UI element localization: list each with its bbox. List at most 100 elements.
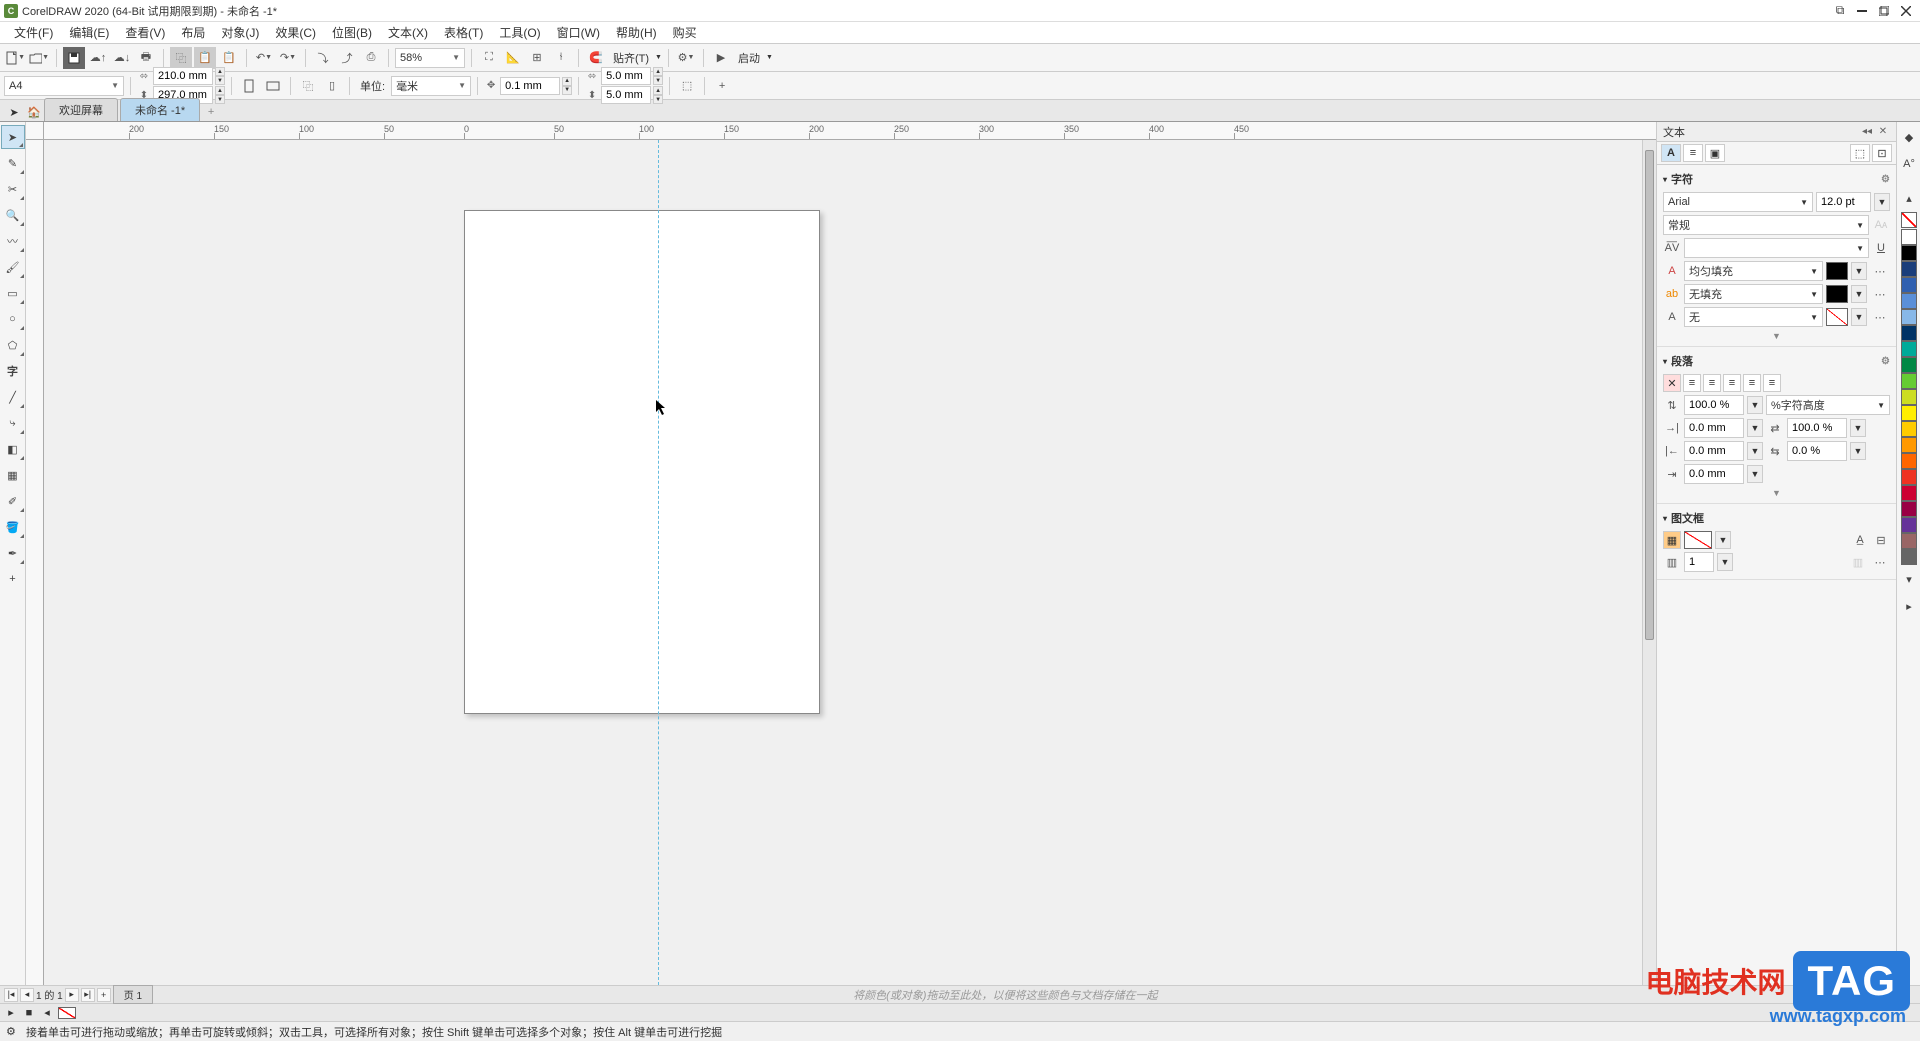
color-swatch[interactable] <box>1901 485 1917 501</box>
ir-spin[interactable]: ▼ <box>1747 442 1763 460</box>
horizontal-ruler[interactable]: 20015010050050100150200250300350400450 <box>44 122 1656 140</box>
ellipse-tool[interactable]: ○ <box>1 307 25 331</box>
snap-dropdown[interactable]: ▼ <box>655 54 662 61</box>
dupy-up[interactable]: ▲ <box>653 86 663 95</box>
color-swatch[interactable] <box>1901 341 1917 357</box>
fill-more-icon[interactable]: ⋯ <box>1870 265 1890 278</box>
welcome-tab[interactable]: 欢迎屏幕 <box>44 98 118 121</box>
indent-first-input[interactable] <box>1684 464 1744 484</box>
add-document-tab[interactable]: + <box>202 103 220 121</box>
font-size-spinner[interactable]: ▼ <box>1874 193 1890 211</box>
char-section-header[interactable]: ▾字符⚙ <box>1663 169 1890 189</box>
save-button[interactable] <box>63 47 85 69</box>
new-button[interactable]: ▼ <box>4 47 26 69</box>
height-up[interactable]: ▲ <box>215 86 225 95</box>
connector-tool[interactable]: ⤷ <box>1 411 25 435</box>
align-right-button[interactable]: ≡ <box>1723 374 1741 392</box>
document-tab[interactable]: 未命名 -1* <box>120 98 200 121</box>
fill-color-swatch[interactable] <box>1826 262 1848 280</box>
cloud-down-button[interactable]: ☁↓ <box>111 47 133 69</box>
add-tool-button[interactable]: + <box>1 567 25 591</box>
outline-tool[interactable]: ✒ <box>1 541 25 565</box>
snap-icon[interactable]: 🧲 <box>585 47 607 69</box>
underline-icon[interactable]: U <box>1872 239 1890 257</box>
treat-as-filled-button[interactable]: ⬚ <box>676 75 698 97</box>
bgfill-type-dropdown[interactable]: 无填充▼ <box>1684 284 1823 304</box>
text-tool[interactable]: 字 <box>1 359 25 383</box>
units-dropdown[interactable]: 毫米▼ <box>391 76 471 96</box>
dup-y-input[interactable] <box>601 86 651 104</box>
frame-link-icon[interactable]: ▥ <box>1849 553 1867 571</box>
frame-tab[interactable]: ▣ <box>1705 144 1725 162</box>
color-swatch[interactable] <box>1901 469 1917 485</box>
cs-spin[interactable]: ▼ <box>1850 419 1866 437</box>
frame-section-header[interactable]: ▾图文框 <box>1663 508 1890 528</box>
print-button[interactable]: 🖶 <box>135 47 157 69</box>
export-button[interactable]: ⤴ <box>336 47 358 69</box>
frame-fill-swatch[interactable] <box>1684 531 1712 549</box>
font-family-dropdown[interactable]: Arial▼ <box>1663 192 1813 212</box>
ruler-origin[interactable] <box>26 122 44 140</box>
crop-tool[interactable]: ✂ <box>1 177 25 201</box>
no-color-swatch[interactable] <box>1901 212 1917 228</box>
ci-stop[interactable]: ■ <box>22 1006 36 1020</box>
minimize-button[interactable] <box>1852 3 1872 19</box>
line-spacing-input[interactable] <box>1684 395 1744 415</box>
window-extra-icon[interactable]: ⧉ <box>1830 3 1850 19</box>
next-page-button[interactable]: ▸ <box>65 988 79 1002</box>
eyedropper-tool[interactable]: ✐ <box>1 489 25 513</box>
word-spacing-input[interactable] <box>1787 441 1847 461</box>
color-swatch[interactable] <box>1901 229 1917 245</box>
cloud-up-button[interactable]: ☁↑ <box>87 47 109 69</box>
docker-opt1[interactable]: ⬚ <box>1850 144 1870 162</box>
dupx-up[interactable]: ▲ <box>653 67 663 76</box>
polygon-tool[interactable]: ⬠ <box>1 333 25 357</box>
bgfill-color-swatch[interactable] <box>1826 285 1848 303</box>
add-page-button[interactable]: + <box>97 988 111 1002</box>
last-page-button[interactable]: ▸| <box>81 988 95 1002</box>
il-spin[interactable]: ▼ <box>1747 419 1763 437</box>
bgfill-color-dd[interactable]: ▼ <box>1851 285 1867 303</box>
menu-help[interactable]: 帮助(H) <box>608 22 665 43</box>
drop-shadow-tool[interactable]: ◧ <box>1 437 25 461</box>
dupy-down[interactable]: ▼ <box>653 95 663 104</box>
import-button[interactable]: ⤵ <box>312 47 334 69</box>
indent-left-input[interactable] <box>1684 418 1744 438</box>
copy-button[interactable]: ⿻ <box>170 47 192 69</box>
vertical-guide[interactable] <box>658 140 659 985</box>
menu-view[interactable]: 查看(V) <box>117 22 173 43</box>
color-swatch[interactable] <box>1901 373 1917 389</box>
para-expand-toggle[interactable]: ▼ <box>1663 487 1890 499</box>
all-pages-button[interactable]: ⿻ <box>297 75 319 97</box>
fill-tool[interactable]: 🪣 <box>1 515 25 539</box>
outline-color-dd[interactable]: ▼ <box>1851 308 1867 326</box>
font-size-input[interactable] <box>1816 192 1871 212</box>
menu-table[interactable]: 表格(T) <box>436 22 491 43</box>
color-swatch[interactable] <box>1901 325 1917 341</box>
launch-icon[interactable]: ▶ <box>710 47 732 69</box>
color-swatch[interactable] <box>1901 389 1917 405</box>
palette-flyout[interactable]: ▸ <box>1897 594 1920 618</box>
add-preset-button[interactable]: + <box>711 75 733 97</box>
outline-color-swatch[interactable] <box>1826 308 1848 326</box>
status-gear-icon[interactable]: ⚙ <box>6 1025 20 1039</box>
col-spin[interactable]: ▼ <box>1717 553 1733 571</box>
color-swatch[interactable] <box>1901 405 1917 421</box>
rectangle-tool[interactable]: ▭ <box>1 281 25 305</box>
undo-button[interactable]: ↶▼ <box>253 47 275 69</box>
align-center-button[interactable]: ≡ <box>1703 374 1721 392</box>
ws-spin[interactable]: ▼ <box>1850 442 1866 460</box>
color-swatch[interactable] <box>1901 309 1917 325</box>
dup-x-input[interactable] <box>601 67 651 85</box>
color-swatch[interactable] <box>1901 517 1917 533</box>
portrait-button[interactable] <box>238 75 260 97</box>
artistic-media-tool[interactable]: 🖌 <box>1 255 25 279</box>
ci-prev[interactable]: ▸ <box>4 1006 18 1020</box>
align-none-button[interactable]: ✕ <box>1663 374 1681 392</box>
current-page-button[interactable]: ▯ <box>321 75 343 97</box>
docker-collapse-icon[interactable]: ◂◂ <box>1860 125 1874 139</box>
menu-window[interactable]: 窗口(W) <box>549 22 608 43</box>
canvas[interactable] <box>44 140 1656 985</box>
page-preset-dropdown[interactable]: A4▼ <box>4 76 124 96</box>
docker-opt2[interactable]: ⊡ <box>1872 144 1892 162</box>
